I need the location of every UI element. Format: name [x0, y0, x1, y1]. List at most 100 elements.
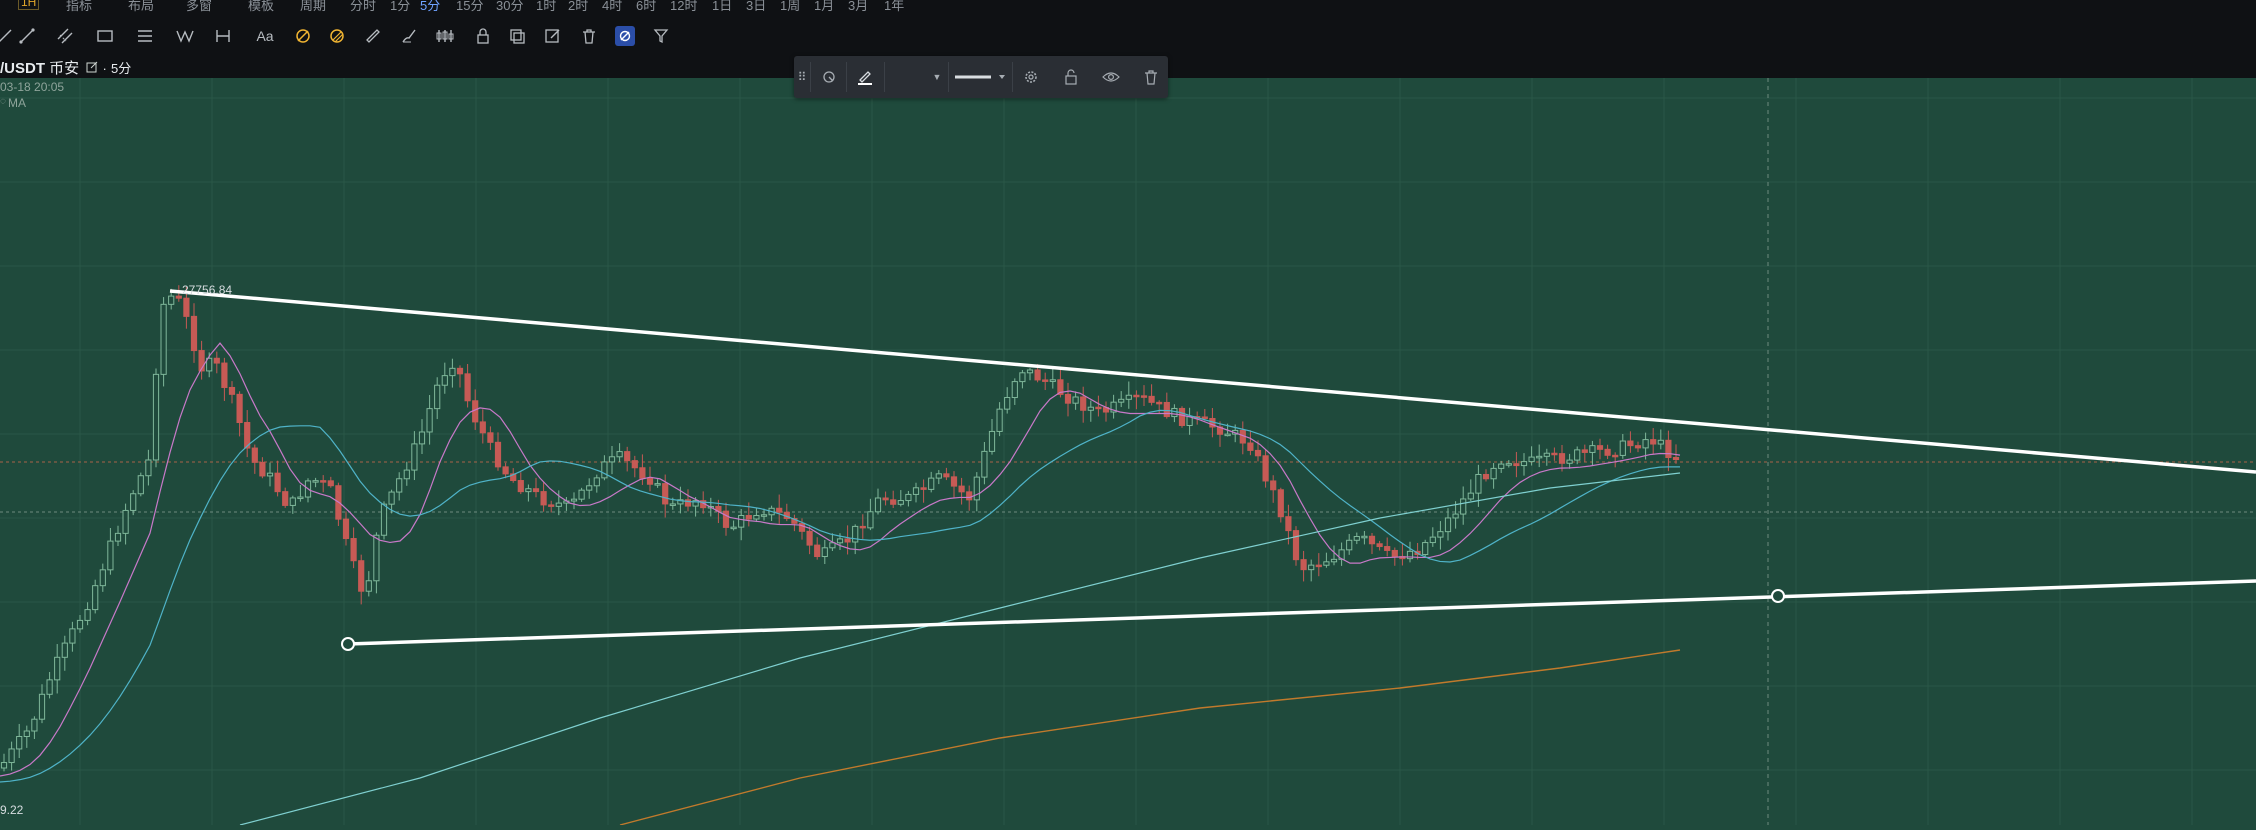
- menu-template[interactable]: 模板: [248, 0, 274, 14]
- interval-3mo[interactable]: 3月: [848, 0, 868, 14]
- candle-up: [525, 488, 532, 493]
- ma-indicator-label[interactable]: MA: [8, 96, 26, 110]
- candle-up: [616, 451, 623, 458]
- measure-icon[interactable]: [210, 24, 236, 48]
- top-menu-bar: 1H 指标 布局 多窗 模板 周期 分时 1分 5分 15分 30分 1时 2时…: [0, 0, 2256, 17]
- interval-1y[interactable]: 1年: [884, 0, 904, 14]
- menu-indicators[interactable]: 指标: [66, 0, 92, 14]
- candle-down: [236, 393, 243, 424]
- template-icon[interactable]: [814, 65, 844, 89]
- candle-up: [99, 569, 106, 587]
- candle-down: [624, 451, 631, 462]
- delete-drawing-icon[interactable]: [1136, 65, 1166, 89]
- trash-icon[interactable]: [576, 24, 602, 48]
- candle-down: [1042, 379, 1049, 382]
- drag-handle-icon[interactable]: ⠿: [796, 65, 808, 89]
- candle-up: [1125, 394, 1132, 400]
- candle-up: [821, 547, 828, 558]
- hide-drawing-icon[interactable]: [1096, 65, 1126, 89]
- candle-up: [1520, 461, 1528, 467]
- candle-up: [388, 491, 395, 505]
- candle-up: [1543, 452, 1550, 457]
- eye-icon[interactable]: ◌: [0, 96, 6, 107]
- interval-12h[interactable]: 12时: [670, 0, 697, 14]
- chevron-down-icon[interactable]: ▼: [930, 65, 944, 89]
- candle-up: [730, 526, 737, 530]
- candle-up: [1429, 536, 1436, 544]
- lock-magnet-icon[interactable]: [324, 24, 350, 48]
- candle-up: [266, 472, 274, 477]
- fib-icon[interactable]: [132, 24, 158, 48]
- clone-icon[interactable]: [504, 24, 530, 48]
- interval-4h[interactable]: 4时: [602, 0, 622, 14]
- interval-6h[interactable]: 6时: [636, 0, 656, 14]
- lower-trendline: [347, 579, 2256, 646]
- settings-gear-icon[interactable]: [1016, 65, 1046, 89]
- interval-1h[interactable]: 1时: [536, 0, 556, 14]
- filter-icon[interactable]: [648, 24, 674, 48]
- candle-up: [1361, 535, 1368, 539]
- magnet-icon[interactable]: [290, 24, 316, 48]
- candle-up: [760, 514, 768, 517]
- candle-down: [1277, 489, 1284, 518]
- candle-down: [859, 525, 866, 529]
- candle-down: [479, 421, 486, 434]
- pattern-icon[interactable]: [172, 24, 198, 48]
- candle-up: [1224, 433, 1231, 437]
- edit-symbol-icon[interactable]: [86, 61, 98, 76]
- candle-up: [23, 730, 30, 737]
- chart-canvas[interactable]: 27756.84 9.22: [0, 78, 2256, 826]
- lock-icon[interactable]: [470, 24, 496, 48]
- interval-time-sharing[interactable]: 分时: [350, 0, 376, 14]
- interval-1m[interactable]: 1分: [390, 0, 410, 14]
- brush-icon[interactable]: [396, 24, 422, 48]
- interval-2h[interactable]: 2时: [568, 0, 588, 14]
- candle-up: [145, 459, 152, 477]
- parallel-channel-icon[interactable]: [52, 24, 78, 48]
- candle-down: [1612, 454, 1619, 458]
- candle-down: [259, 461, 266, 477]
- ruler-icon[interactable]: [360, 24, 386, 48]
- candle-down: [882, 497, 889, 501]
- interval-1w[interactable]: 1周: [780, 0, 800, 14]
- interval-3d[interactable]: 3日: [746, 0, 766, 14]
- candle-up: [1566, 459, 1573, 464]
- line-color-icon[interactable]: [850, 65, 880, 89]
- candle-down: [1634, 445, 1642, 449]
- candle-down: [274, 472, 281, 493]
- line-icon[interactable]: [14, 24, 40, 48]
- interval-1d[interactable]: 1日: [712, 0, 732, 14]
- symbol-title[interactable]: /USDT 币安 · 5分: [0, 57, 131, 78]
- candle-up: [1011, 381, 1018, 399]
- candle-up: [738, 515, 745, 528]
- candle-up: [1589, 445, 1596, 453]
- interval-15m[interactable]: 15分: [456, 0, 483, 14]
- interval-1mo[interactable]: 1月: [814, 0, 834, 14]
- candle-up: [852, 525, 859, 543]
- menu-layout[interactable]: 布局: [128, 0, 154, 14]
- candle-down: [1482, 473, 1490, 480]
- candle-down: [228, 386, 236, 395]
- interval-badge[interactable]: 1H: [18, 0, 40, 10]
- candle-up: [1087, 406, 1094, 411]
- text-icon[interactable]: Aa: [252, 24, 278, 48]
- candle-up: [867, 511, 874, 529]
- candle-down: [327, 480, 334, 487]
- visibility-icon[interactable]: [615, 26, 635, 46]
- bar-chart-icon[interactable]: [432, 24, 458, 48]
- interval-30m[interactable]: 30分: [496, 0, 523, 14]
- candle-down: [1064, 393, 1072, 404]
- high-price-label: 27756.84: [182, 283, 232, 297]
- candle-up: [396, 478, 403, 493]
- line-style-select[interactable]: [952, 65, 1010, 89]
- rectangle-icon[interactable]: [92, 24, 118, 48]
- candle-down: [1254, 449, 1262, 457]
- trendline-drawings[interactable]: [169, 289, 2256, 651]
- interval-5m[interactable]: 5分: [420, 0, 440, 14]
- menu-period[interactable]: 周期: [300, 0, 326, 14]
- lock-drawing-icon[interactable]: [1056, 65, 1086, 89]
- candle-down: [1315, 564, 1322, 568]
- menu-multi-window[interactable]: 多窗: [186, 0, 212, 14]
- edit-icon[interactable]: [540, 24, 566, 48]
- price-chart[interactable]: 27756.84 9.22 03-18 20:05 MA ◌: [0, 78, 2256, 826]
